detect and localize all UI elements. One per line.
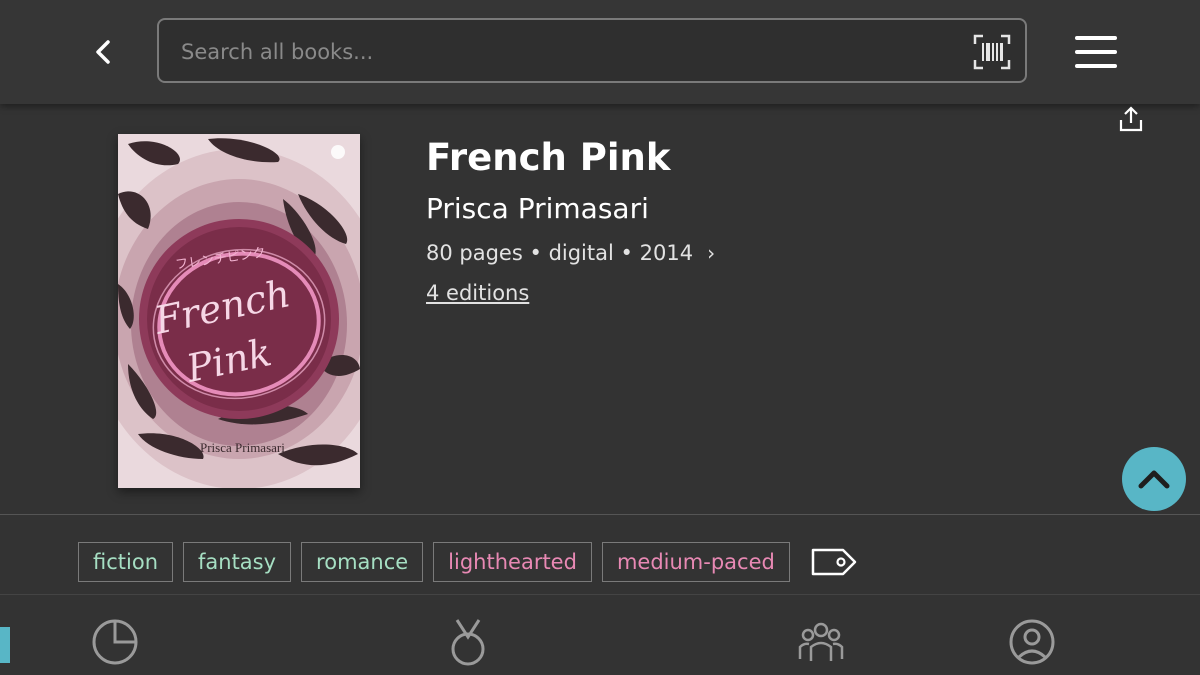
bottom-nav xyxy=(0,595,1200,675)
share-button[interactable] xyxy=(1116,104,1146,134)
menu-button[interactable] xyxy=(1074,32,1118,72)
chevron-up-icon xyxy=(1138,470,1170,489)
challenges-icon xyxy=(451,619,485,666)
cover-author: Prisca Primasari xyxy=(200,440,285,455)
publication-year: 2014 xyxy=(639,241,694,265)
top-bar xyxy=(0,0,1200,104)
cover-artwork: フレンチピンク French Pink Prisca Primasari xyxy=(118,134,360,488)
tag-fiction[interactable]: fiction xyxy=(78,542,173,582)
tag-medium-paced[interactable]: medium-paced xyxy=(601,542,790,582)
community-icon xyxy=(798,622,844,661)
profile-icon xyxy=(1009,619,1055,665)
nav-stats[interactable] xyxy=(90,617,140,667)
book-format: digital xyxy=(548,241,614,265)
tag-button[interactable] xyxy=(810,546,858,578)
tag-icon xyxy=(811,548,857,576)
back-button[interactable] xyxy=(84,32,122,72)
share-icon xyxy=(1119,106,1143,132)
tag-list: fiction fantasy romance lighthearted med… xyxy=(78,541,858,583)
editions-link[interactable]: 4 editions xyxy=(426,281,529,305)
chevron-left-icon xyxy=(96,40,110,64)
tag-romance[interactable]: romance xyxy=(301,542,424,582)
barcode-icon xyxy=(973,34,1011,70)
search-bar xyxy=(157,18,1027,83)
book-details[interactable]: 80 pages • digital • 2014 › xyxy=(426,241,715,265)
search-input[interactable] xyxy=(179,20,943,83)
nav-challenges[interactable] xyxy=(443,617,493,667)
book-title: French Pink xyxy=(426,136,671,179)
chevron-right-icon: › xyxy=(707,241,716,265)
section-divider xyxy=(0,514,1200,515)
tag-fantasy[interactable]: fantasy xyxy=(183,542,292,582)
separator: • xyxy=(529,241,542,265)
home-icon xyxy=(0,627,10,663)
scroll-top-button[interactable] xyxy=(1122,447,1186,511)
page-count: 80 pages xyxy=(426,241,523,265)
book-cover[interactable]: フレンチピンク French Pink Prisca Primasari xyxy=(118,134,360,488)
separator: • xyxy=(620,241,633,265)
nav-home[interactable] xyxy=(0,627,10,663)
stats-icon xyxy=(92,619,138,665)
tag-lighthearted[interactable]: lighthearted xyxy=(433,542,592,582)
book-author[interactable]: Prisca Primasari xyxy=(426,192,649,225)
barcode-scan-button[interactable] xyxy=(973,34,1011,70)
nav-community[interactable] xyxy=(796,617,846,667)
nav-profile[interactable] xyxy=(1007,617,1057,667)
hamburger-menu-icon xyxy=(1075,36,1117,68)
